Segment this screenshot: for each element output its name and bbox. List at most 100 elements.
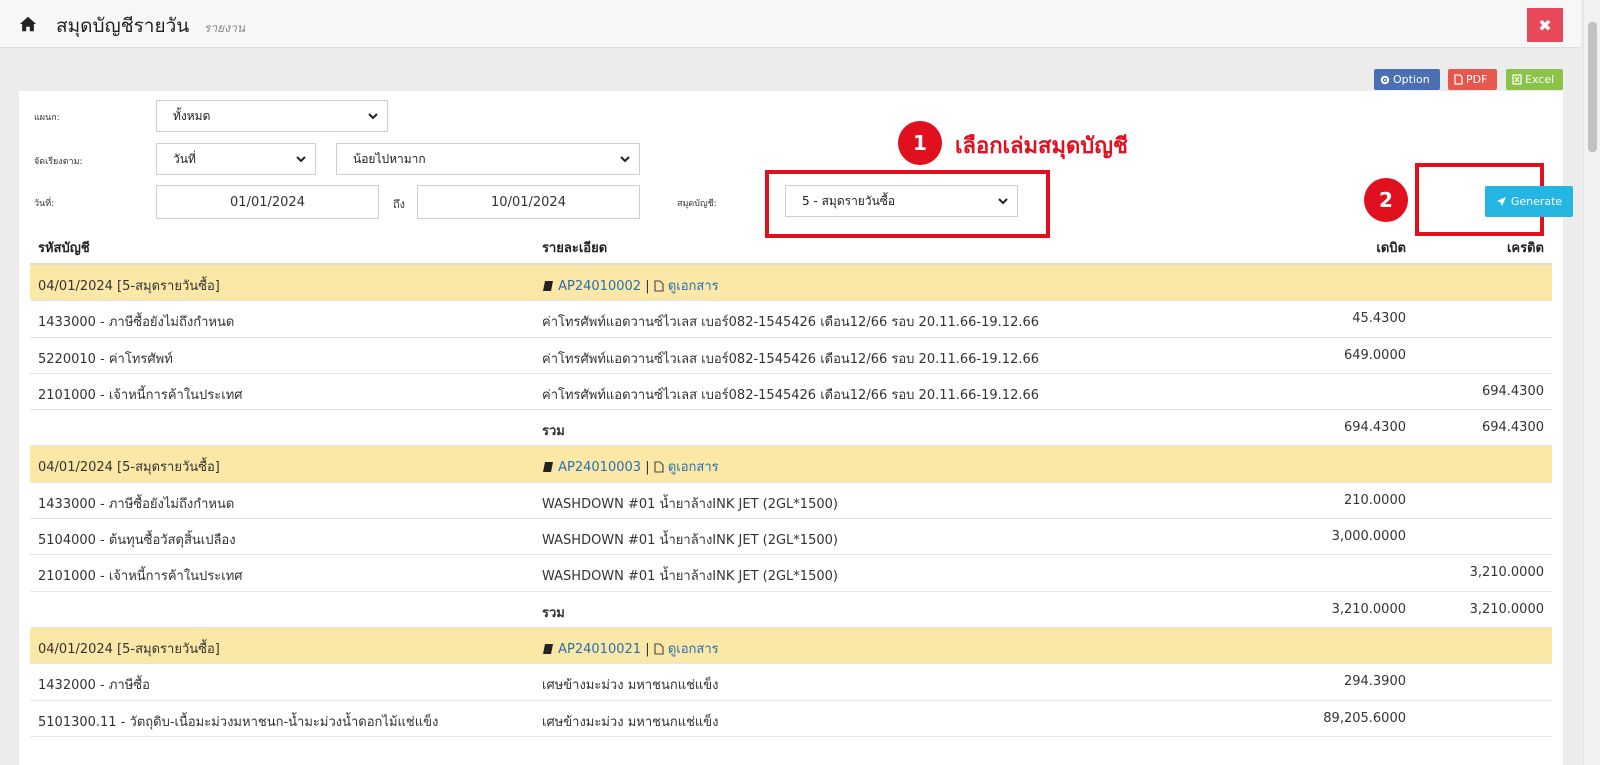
excel-button[interactable]: Excel	[1506, 69, 1563, 90]
header-credit: เครดิต	[1506, 241, 1544, 256]
group-doc-links: AP24010021 | ดูเอกสาร	[542, 638, 719, 659]
cell-account: 1432000 - ภาษีซื้อ	[38, 678, 150, 694]
home-icon[interactable]	[19, 15, 37, 33]
doc-separator: |	[645, 460, 650, 476]
excel-file-icon	[1512, 74, 1522, 85]
close-button[interactable]: ✖	[1527, 8, 1563, 42]
department-label: แผนก:	[34, 113, 60, 123]
cell-description: เศษข้างมะม่วง มหาชนกแช่แข็ง	[542, 714, 719, 730]
header-account: รหัสบัญชี	[38, 241, 90, 256]
option-button[interactable]: Option	[1374, 69, 1440, 90]
doc-number-link[interactable]: AP24010003	[558, 460, 641, 475]
header-description: รายละเอียด	[542, 241, 608, 256]
chevron-down-icon	[368, 113, 378, 120]
date-to-field[interactable]: 10/01/2024	[417, 185, 640, 219]
table-row: 5101300.11 - วัตถุดิบ-เนื้อมะม่วงมหาชนก-…	[30, 701, 1552, 737]
date-from-field[interactable]: 01/01/2024	[156, 185, 379, 219]
chevron-down-icon	[620, 156, 630, 163]
total-row: รวม 694.4300 694.4300	[30, 410, 1552, 447]
total-debit: 694.4300	[1343, 420, 1406, 436]
total-credit: 694.4300	[1481, 420, 1544, 436]
option-label: Option	[1393, 73, 1430, 86]
report-panel: แผนก: ทั้งหมด จัดเรียงตาม: วันที่ น้อยไป…	[19, 91, 1573, 765]
cell-credit: 694.4300	[1481, 383, 1544, 399]
chevron-down-icon	[296, 156, 306, 163]
book-icon	[543, 643, 553, 654]
step2-marker: 2	[1364, 178, 1408, 222]
cell-credit: 3,210.0000	[1469, 565, 1544, 581]
department-select[interactable]: ทั้งหมด	[156, 100, 388, 132]
cell-debit: 45.4300	[1352, 311, 1406, 327]
view-document-link[interactable]: ดูเอกสาร	[668, 642, 719, 657]
generate-label: Generate	[1510, 195, 1563, 208]
cell-account: 1433000 - ภาษีซื้อยังไม่ถึงกำหนด	[38, 315, 235, 331]
doc-separator: |	[645, 279, 650, 294]
cell-account: 1433000 - ภาษีซื้อยังไม่ถึงกำหนด	[38, 496, 235, 512]
table-row: 2101000 - เจ้าหนี้การค้าในประเทศ ค่าโทรศ…	[30, 374, 1552, 411]
journal-label: สมุดบัญชี:	[677, 199, 717, 209]
send-icon	[1496, 197, 1506, 206]
cell-debit: 294.3900	[1343, 674, 1406, 690]
table-row: 1432000 - ภาษีซื้อ เศษข้างมะม่วง มหาชนกแ…	[30, 664, 1552, 701]
cell-description: WASHDOWN #01 น้ำยาล้างINK JET (2GL*1500)	[542, 496, 838, 512]
cell-description: ค่าโทรศัพท์แอดวานซ์ไวเลส เบอร์082-154542…	[542, 351, 1040, 367]
sort-order-select[interactable]: น้อยไปหามาก	[336, 143, 640, 175]
view-document-link[interactable]: ดูเอกสาร	[668, 279, 719, 294]
sort-label: จัดเรียงตาม:	[34, 157, 83, 167]
sort-field-select[interactable]: วันที่	[156, 143, 316, 175]
group-date-journal: 04/01/2024 [5-สมุดรายวันซื้อ]	[38, 641, 220, 657]
view-document-link[interactable]: ดูเอกสาร	[668, 460, 719, 475]
document-icon	[654, 643, 664, 655]
gear-icon	[1380, 75, 1390, 84]
doc-number-link[interactable]: AP24010021	[558, 642, 641, 657]
pdf-button[interactable]: PDF	[1448, 69, 1497, 90]
cell-description: ค่าโทรศัพท์แอดวานซ์ไวเลส เบอร์082-154542…	[542, 387, 1040, 403]
excel-label: Excel	[1525, 73, 1555, 86]
table-row: 5104000 - ต้นทุนซื้อวัสดุสิ้นเปลือง WASH…	[30, 519, 1552, 556]
cell-description: ค่าโทรศัพท์แอดวานซ์ไวเลส เบอร์082-154542…	[542, 315, 1040, 331]
document-icon	[654, 280, 664, 292]
pdf-file-icon	[1454, 74, 1463, 85]
table-row: 5220010 - ค่าโทรศัพท์ ค่าโทรศัพท์แอดวานซ…	[30, 338, 1552, 374]
total-label: รวม	[542, 605, 565, 621]
table-row: 1433000 - ภาษีซื้อยังไม่ถึงกำหนด WASHDOW…	[30, 483, 1552, 520]
cell-description: WASHDOWN #01 น้ำยาล้างINK JET (2GL*1500)	[542, 533, 838, 549]
book-icon	[543, 462, 553, 473]
vertical-scrollbar[interactable]	[1583, 0, 1600, 765]
cell-description: WASHDOWN #01 น้ำยาล้างINK JET (2GL*1500)	[542, 569, 838, 585]
cell-debit: 3,000.0000	[1331, 529, 1406, 545]
total-credit: 3,210.0000	[1469, 601, 1544, 617]
cell-account: 5101300.11 - วัตถุดิบ-เนื้อมะม่วงมหาชนก-…	[38, 714, 439, 730]
group-header-row: 04/01/2024 [5-สมุดรายวันซื้อ] AP24010003…	[30, 446, 1552, 483]
sort-order-value: น้อยไปหามาก	[353, 151, 426, 166]
generate-button[interactable]: Generate	[1485, 186, 1573, 217]
cell-description: เศษข้างมะม่วง มหาชนกแช่แข็ง	[542, 678, 719, 694]
table-row: 1433000 - ภาษีซื้อยังไม่ถึงกำหนด ค่าโทรศ…	[30, 301, 1552, 338]
doc-separator: |	[645, 641, 650, 657]
group-doc-links: AP24010002 | ดูเอกสาร	[542, 275, 719, 296]
page-title: สมุดบัญชีรายวัน	[56, 15, 190, 37]
cell-account: 5104000 - ต้นทุนซื้อวัสดุสิ้นเปลือง	[38, 533, 236, 549]
cell-account: 5220010 - ค่าโทรศัพท์	[38, 351, 173, 367]
header-debit: เดบิต	[1376, 241, 1406, 256]
group-date-journal: 04/01/2024 [5-สมุดรายวันซื้อ]	[38, 279, 220, 294]
cell-debit: 649.0000	[1343, 347, 1406, 363]
total-row: รวม 3,210.0000 3,210.0000	[30, 592, 1552, 628]
total-debit: 3,210.0000	[1331, 601, 1406, 617]
sort-field-value: วันที่	[173, 151, 196, 166]
table-header: รหัสบัญชี รายละเอียด เดบิต เครดิต	[30, 227, 1552, 265]
group-header-row: 04/01/2024 [5-สมุดรายวันซื้อ] AP24010021…	[30, 627, 1552, 665]
cell-account: 2101000 - เจ้าหนี้การค้าในประเทศ	[38, 569, 243, 585]
total-label: รวม	[542, 424, 565, 440]
scrollbar-thumb[interactable]	[1588, 22, 1597, 152]
close-icon: ✖	[1538, 15, 1552, 35]
book-icon	[543, 281, 553, 291]
doc-number-link[interactable]: AP24010002	[558, 279, 641, 294]
group-doc-links: AP24010003 | ดูเอกสาร	[542, 456, 719, 477]
group-header-row: 04/01/2024 [5-สมุดรายวันซื้อ] AP24010002…	[30, 265, 1552, 302]
step1-marker: 1	[898, 121, 942, 165]
step1-instruction: เลือกเล่มสมุดบัญชี	[955, 134, 1128, 159]
journal-table: รหัสบัญชี รายละเอียด เดบิต เครดิต 04/01/…	[30, 227, 1552, 737]
pdf-label: PDF	[1466, 73, 1488, 86]
group-date-journal: 04/01/2024 [5-สมุดรายวันซื้อ]	[38, 460, 220, 476]
